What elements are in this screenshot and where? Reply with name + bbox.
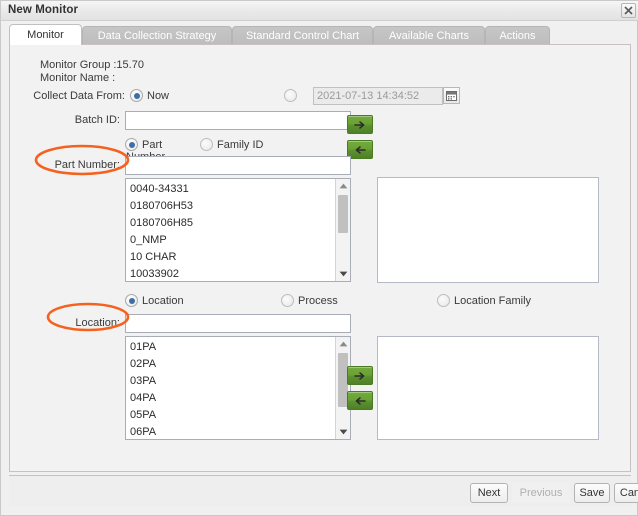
datetime-input[interactable] (313, 87, 443, 105)
list-item[interactable]: 04PA (130, 390, 335, 407)
radio-collect-now[interactable] (130, 89, 143, 102)
radio-family-id-label: Family ID (217, 139, 264, 151)
monitor-group-label: Monitor Group :15.70 (40, 59, 144, 71)
collect-data-from-label: Collect Data From: (33, 90, 125, 102)
tab-standard-control-chart[interactable]: Standard Control Chart (232, 26, 373, 45)
radio-family-id[interactable] (200, 138, 213, 151)
radio-collect-datetime[interactable] (284, 89, 297, 102)
location-input[interactable] (125, 314, 351, 333)
save-button-label: Save (579, 487, 605, 499)
tab-actions[interactable]: Actions (485, 26, 550, 45)
new-monitor-dialog: New Monitor Monitor Data Collection Stra… (0, 0, 638, 516)
previous-button: Previous (512, 483, 570, 503)
radio-location[interactable] (125, 294, 138, 307)
tab-available-charts-label: Available Charts (389, 30, 469, 42)
selected-locations-panel[interactable] (377, 336, 599, 440)
batch-id-input[interactable] (125, 111, 351, 130)
part-number-input[interactable] (125, 156, 351, 175)
radio-location-label: Location (142, 295, 184, 307)
part-add-button[interactable] (347, 115, 373, 134)
tab-data-collection-strategy[interactable]: Data Collection Strategy (82, 26, 232, 45)
tab-standard-control-chart-label: Standard Control Chart (245, 30, 360, 42)
list-item[interactable]: 03PA (130, 373, 335, 390)
part-list-scroll-thumb[interactable] (338, 195, 348, 233)
list-item[interactable]: 0180706H85 (130, 215, 335, 232)
monitor-name-label: Monitor Name : (40, 72, 116, 84)
location-list-scrollbar[interactable] (335, 337, 350, 439)
radio-part-label: Part (142, 139, 163, 151)
radio-process-label: Process (298, 295, 338, 307)
selected-parts-panel[interactable] (377, 177, 599, 283)
radio-location-family-label: Location Family (454, 295, 532, 307)
tab-monitor-label: Monitor (27, 29, 64, 41)
calendar-icon[interactable] (443, 87, 460, 104)
footer-bar: Next Previous Save Cancel (9, 475, 638, 507)
location-listbox[interactable]: 01PA 02PA 03PA 04PA 05PA 06PA (125, 336, 351, 440)
location-remove-button[interactable] (347, 391, 373, 410)
part-list-scrollbar[interactable] (335, 179, 350, 281)
tab-available-charts[interactable]: Available Charts (373, 26, 485, 45)
title-bar: New Monitor (1, 1, 638, 21)
triangle-down-icon[interactable] (336, 267, 350, 281)
save-button[interactable]: Save (574, 483, 610, 503)
list-item[interactable]: 0180706H53 (130, 198, 335, 215)
part-number-list-items: 0040-34331 0180706H53 0180706H85 0_NMP 1… (126, 179, 335, 281)
list-item[interactable]: 02PA (130, 356, 335, 373)
tab-data-collection-strategy-label: Data Collection Strategy (97, 30, 217, 42)
cancel-button-label: Cancel (619, 487, 638, 499)
window-title: New Monitor (8, 4, 79, 16)
location-add-button[interactable] (347, 366, 373, 385)
list-item[interactable]: 05PA (130, 407, 335, 424)
list-item[interactable]: 01PA (130, 339, 335, 356)
monitor-tab-content: Monitor Group :15.70 Monitor Name : Coll… (9, 44, 631, 472)
next-button-label: Next (477, 487, 501, 499)
part-number-listbox[interactable]: 0040-34331 0180706H53 0180706H85 0_NMP 1… (125, 178, 351, 282)
tab-actions-label: Actions (499, 30, 536, 42)
radio-process[interactable] (281, 294, 294, 307)
close-icon[interactable] (621, 3, 636, 18)
location-list-items: 01PA 02PA 03PA 04PA 05PA 06PA (126, 337, 335, 439)
previous-button-label: Previous (519, 487, 563, 499)
radio-location-family[interactable] (437, 294, 450, 307)
location-label: Location: (75, 317, 120, 329)
cancel-button[interactable]: Cancel (614, 483, 638, 503)
part-number-label: Part Number: (54, 159, 120, 171)
triangle-down-icon[interactable] (336, 425, 350, 439)
list-item[interactable]: 0_NMP (130, 232, 335, 249)
list-item[interactable]: 06PA (130, 424, 335, 439)
radio-collect-now-label: Now (147, 90, 170, 102)
tab-bar: Monitor Data Collection Strategy Standar… (9, 24, 631, 45)
next-button[interactable]: Next (470, 483, 508, 503)
triangle-up-icon[interactable] (336, 337, 350, 351)
tab-monitor[interactable]: Monitor (9, 24, 82, 45)
list-item[interactable]: 0040-34331 (130, 181, 335, 198)
list-item[interactable]: 10033902 (130, 266, 335, 281)
list-item[interactable]: 10 CHAR (130, 249, 335, 266)
radio-part[interactable] (125, 138, 138, 151)
triangle-up-icon[interactable] (336, 179, 350, 193)
batch-id-label: Batch ID: (74, 114, 120, 126)
